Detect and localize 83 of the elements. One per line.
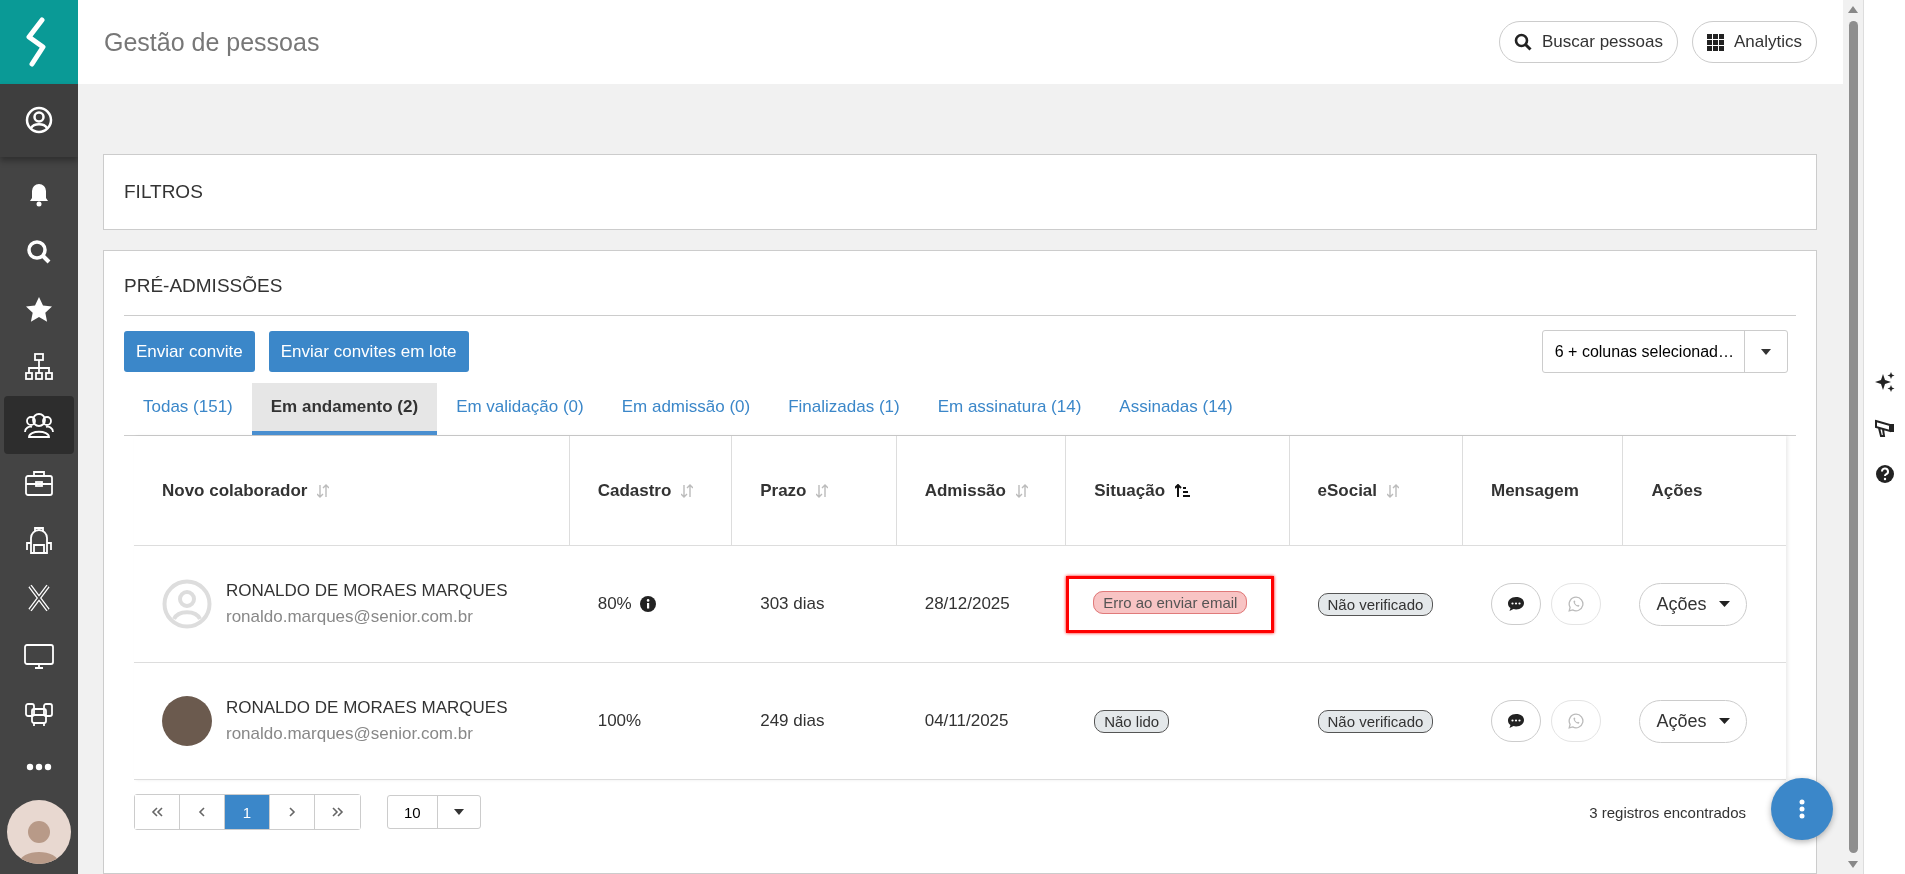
first-page-icon	[151, 807, 163, 817]
table-cell: 249 dias	[760, 711, 825, 731]
column-header-label: Mensagem	[1490, 480, 1579, 501]
column-header[interactable]: Mensagem	[1462, 436, 1624, 546]
search-icon	[1514, 33, 1532, 51]
next-page-icon	[286, 807, 298, 817]
column-header[interactable]: Novo colaborador	[134, 436, 570, 546]
help-icon	[1874, 464, 1895, 484]
records-count: 3 registros encontrados	[1589, 803, 1746, 821]
column-header-label: Admissão	[924, 480, 1006, 501]
column-header-label: Ações	[1651, 480, 1703, 501]
esocial-badge: Não verificado	[1317, 592, 1434, 616]
table-cell: 28/12/2025	[924, 594, 1010, 614]
status-tab[interactable]: Em andamento (2)	[251, 383, 438, 435]
status-badge: Não lido	[1094, 709, 1170, 733]
previous-page-icon	[196, 807, 208, 817]
person-email: ronaldo.marques@senior.com.br	[226, 607, 474, 627]
sidebar-item[interactable]	[4, 396, 74, 454]
search-people-button[interactable]: Buscar pessoas	[1499, 21, 1678, 63]
status-badge: Erro ao enviar email	[1093, 590, 1248, 614]
filters-title[interactable]: FILTROS	[104, 155, 1816, 229]
page-button[interactable]: 1	[225, 795, 270, 829]
column-header[interactable]: Ações	[1623, 436, 1786, 546]
status-tab[interactable]: Finalizadas (1)	[769, 383, 919, 435]
column-header-label: eSocial	[1317, 480, 1378, 501]
chat-bubble-icon	[1506, 596, 1525, 612]
monitor-icon	[24, 641, 54, 671]
column-picker-dropdown[interactable]: 6 + colunas selecionad…	[1541, 330, 1788, 373]
table-cell: 303 dias	[760, 594, 825, 614]
column-header[interactable]: Prazo	[732, 436, 897, 546]
status-tab[interactable]: Assinadas (14)	[1100, 383, 1252, 435]
person-name: RONALDO DE MORAES MARQUES	[226, 581, 508, 601]
status-tab[interactable]: Em validação (0)	[437, 383, 603, 435]
chat-button[interactable]	[1490, 700, 1541, 742]
last-page-icon	[331, 807, 344, 817]
page-title: Gestão de pessoas	[104, 27, 320, 57]
analytics-button[interactable]: Analytics	[1691, 21, 1817, 63]
panel-title: PRÉ-ADMISSÕES	[124, 251, 1796, 316]
caret-down-icon	[1761, 348, 1771, 355]
status-tab[interactable]: Em admissão (0)	[602, 383, 770, 435]
user-circle-icon	[24, 105, 54, 136]
vertical-dots-icon	[1799, 799, 1805, 819]
sparkle-icon	[1874, 372, 1895, 392]
scrollbar[interactable]	[1843, 0, 1863, 874]
page-size-dropdown[interactable]: 10	[387, 795, 481, 829]
scrollbar-thumb[interactable]	[1848, 21, 1858, 853]
esocial-badge: Não verificado	[1317, 709, 1434, 733]
chat-bubble-icon	[1506, 713, 1525, 729]
grid-icon	[1706, 33, 1724, 51]
person-name: RONALDO DE MORAES MARQUES	[226, 698, 508, 718]
more-dots-icon	[26, 762, 52, 771]
column-header[interactable]: eSocial	[1289, 436, 1463, 546]
chat-button[interactable]	[1490, 583, 1541, 625]
actions-dropdown[interactable]: Ações	[1639, 699, 1747, 743]
table-cell: 04/11/2025	[924, 711, 1009, 731]
column-header-label: Situação	[1094, 480, 1166, 501]
column-header-label: Prazo	[760, 480, 807, 501]
actions-dropdown[interactable]: Ações	[1639, 582, 1747, 626]
caret-down-icon	[453, 809, 464, 815]
megaphone-icon	[1874, 418, 1895, 438]
column-header-label: Cadastro	[597, 480, 672, 501]
table-cell-text: 80%	[597, 594, 632, 614]
column-header[interactable]: Situação	[1066, 436, 1290, 546]
column-header-label: Novo colaborador	[162, 480, 308, 501]
status-tab[interactable]: Em assinatura (14)	[918, 383, 1101, 435]
backpack-icon	[24, 525, 54, 556]
phone-bubble-icon	[1567, 596, 1584, 612]
send-batch-invites-button[interactable]: Enviar convites em lote	[268, 331, 469, 372]
column-header[interactable]: Cadastro	[569, 436, 733, 546]
person-email: ronaldo.marques@senior.com.br	[226, 724, 474, 744]
send-invite-button[interactable]: Enviar convite	[124, 331, 255, 372]
sidebar-item[interactable]	[0, 83, 78, 158]
info-icon	[639, 596, 656, 612]
status-tab[interactable]: Todas (151)	[124, 383, 252, 435]
scroll-down-icon	[1848, 861, 1858, 868]
group-icon	[24, 410, 54, 441]
caret-down-icon	[1718, 601, 1730, 607]
scroll-up-icon	[1848, 6, 1858, 13]
hierarchy-icon	[24, 352, 54, 383]
table-cell-text: 100%	[597, 711, 642, 731]
column-header[interactable]: Admissão	[896, 436, 1067, 546]
phone-bubble-icon	[1567, 713, 1584, 729]
caret-down-icon	[1718, 718, 1730, 724]
